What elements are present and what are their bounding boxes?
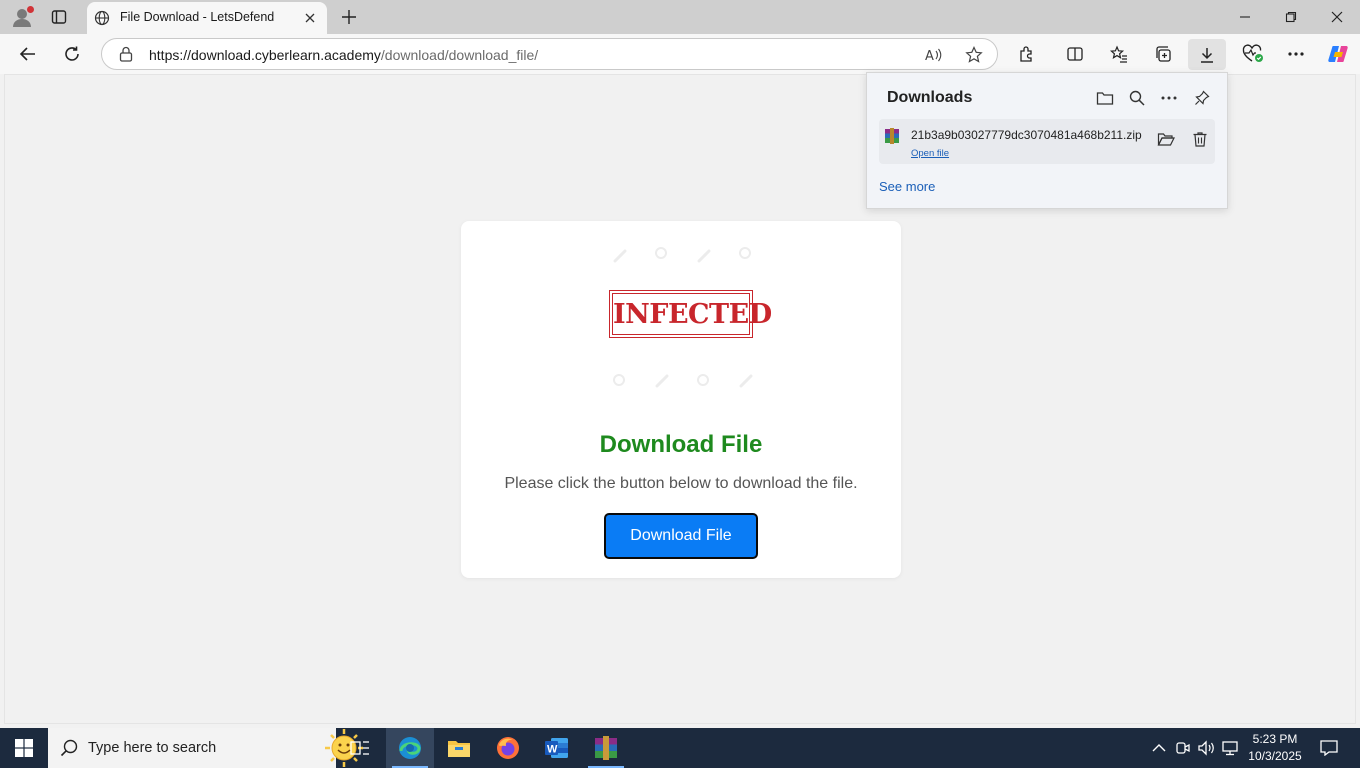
infected-hero-image: INFECTED	[601, 241, 772, 391]
split-screen-icon[interactable]	[1062, 42, 1088, 66]
firefox-icon[interactable]	[484, 728, 532, 768]
downloads-panel-title: Downloads	[887, 89, 973, 106]
read-aloud-icon[interactable]: A	[924, 45, 944, 65]
downloads-button[interactable]	[1188, 39, 1226, 70]
extensions-icon[interactable]	[1014, 42, 1040, 66]
open-file-link[interactable]: Open file	[911, 148, 949, 159]
url-path: /download/download_file/	[380, 47, 539, 63]
lock-icon[interactable]	[118, 46, 134, 62]
word-icon[interactable]: W	[533, 728, 581, 768]
globe-icon	[93, 9, 111, 27]
pin-icon[interactable]	[1191, 87, 1213, 109]
volume-icon[interactable]	[1197, 738, 1217, 758]
see-more-link[interactable]: See more	[879, 179, 935, 194]
copilot-icon[interactable]	[1325, 42, 1351, 66]
taskbar: Type here to search W 5:23 PM 10/3/2025	[0, 728, 1360, 768]
downloads-more-icon[interactable]	[1158, 87, 1180, 109]
collections-icon[interactable]	[1150, 42, 1176, 66]
minimize-icon[interactable]	[1222, 4, 1268, 30]
edge-taskbar-icon[interactable]	[386, 728, 434, 768]
tab-actions-icon[interactable]	[44, 5, 74, 29]
url-host: https://download.cyberlearn.academy	[149, 47, 381, 63]
page-heading: Download File	[599, 431, 763, 458]
clock-date: 10/3/2025	[1248, 749, 1302, 763]
close-tab-icon[interactable]	[301, 9, 319, 27]
download-card: INFECTED Download File Please click the …	[461, 221, 901, 578]
download-filename: 21b3a9b03027779dc3070481a468b211.zip	[911, 128, 1142, 142]
back-arrow-icon[interactable]	[13, 40, 43, 68]
svg-text:A: A	[925, 49, 934, 63]
download-file-button[interactable]: Download File	[604, 513, 758, 559]
meet-now-icon[interactable]	[1173, 738, 1193, 758]
search-icon	[60, 739, 78, 757]
task-view-icon[interactable]	[336, 728, 384, 768]
close-window-icon[interactable]	[1314, 4, 1360, 30]
download-item[interactable]: 21b3a9b03027779dc3070481a468b211.zip Ope…	[879, 119, 1215, 164]
tab-file-download[interactable]: File Download - LetsDefend	[87, 2, 327, 34]
favorites-icon[interactable]	[1106, 42, 1132, 66]
tab-title: File Download - LetsDefend	[120, 10, 275, 24]
favorite-star-icon[interactable]	[964, 45, 984, 65]
winrar-taskbar-icon[interactable]	[582, 728, 630, 768]
refresh-icon[interactable]	[57, 40, 87, 68]
new-tab-icon[interactable]	[338, 6, 360, 28]
clock-time: 5:23 PM	[1252, 732, 1298, 746]
downloads-panel: Downloads 21b3a9b03027779dc3070481a468b2…	[866, 72, 1228, 209]
svg-text:W: W	[547, 744, 558, 756]
address-bar[interactable]: https://download.cyberlearn.academy/down…	[101, 38, 998, 70]
url-text[interactable]: https://download.cyberlearn.academy/down…	[149, 47, 538, 63]
notifications-icon[interactable]	[1318, 738, 1340, 758]
open-folder-icon[interactable]	[1094, 87, 1116, 109]
show-in-folder-icon[interactable]	[1155, 128, 1177, 150]
infected-stamp: INFECTED	[609, 290, 772, 338]
download-icon	[1198, 46, 1216, 64]
profile-avatar-icon[interactable]	[8, 4, 36, 30]
show-hidden-icons-icon[interactable]	[1149, 738, 1169, 758]
taskbar-search-box[interactable]: Type here to search	[48, 728, 363, 768]
windows-start-icon[interactable]	[0, 728, 48, 768]
file-explorer-icon[interactable]	[435, 728, 483, 768]
restore-icon[interactable]	[1268, 4, 1314, 30]
infected-stamp-text: INFECTED	[613, 299, 772, 330]
more-menu-icon[interactable]	[1283, 42, 1309, 66]
taskbar-clock[interactable]: 5:23 PM 10/3/2025	[1238, 731, 1312, 765]
winrar-archive-icon	[883, 127, 901, 145]
browser-essentials-icon[interactable]	[1240, 42, 1266, 66]
page-description: Please click the button below to downloa…	[504, 475, 858, 492]
search-placeholder: Type here to search	[88, 740, 217, 756]
browser-toolbar: https://download.cyberlearn.academy/down…	[0, 34, 1360, 74]
delete-icon[interactable]	[1189, 128, 1211, 150]
search-downloads-icon[interactable]	[1126, 87, 1148, 109]
title-bar: File Download - LetsDefend	[0, 0, 1360, 34]
